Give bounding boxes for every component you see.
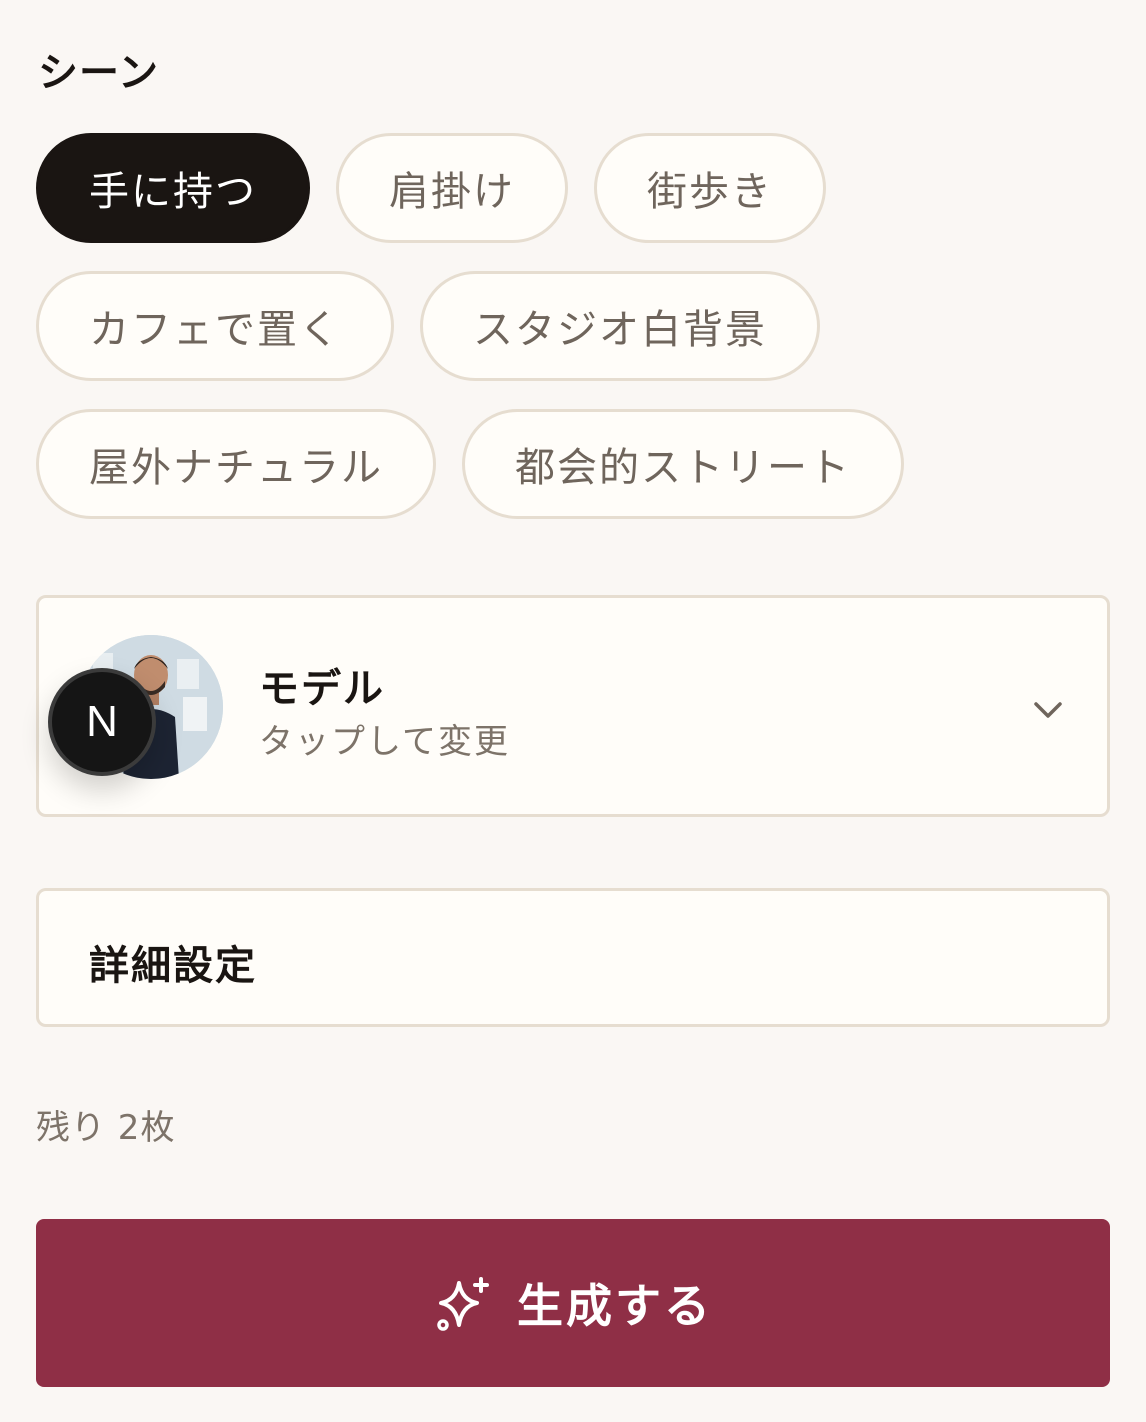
model-badge-avatar: N: [48, 668, 156, 776]
scene-chip-outdoor-natural[interactable]: 屋外ナチュラル: [36, 409, 436, 519]
sparkles-icon: [437, 1277, 489, 1331]
scene-chip-street-walk[interactable]: 街歩き: [594, 133, 826, 243]
scene-chip-row: カフェで置く スタジオ白背景: [36, 271, 820, 381]
generate-button-label: 生成する: [517, 1279, 713, 1333]
scene-chip-cafe[interactable]: カフェで置く: [36, 271, 394, 381]
remaining-count: 残り 2枚: [36, 1108, 176, 1148]
scene-chip-shoulder[interactable]: 肩掛け: [336, 133, 568, 243]
scene-section-title: シーン: [38, 50, 159, 96]
scene-chip-row: 手に持つ 肩掛け 街歩き: [36, 133, 826, 243]
model-selector-card[interactable]: N モデル タップして変更: [36, 595, 1110, 817]
scene-chip-urban-street[interactable]: 都会的ストリート: [462, 409, 904, 519]
model-badge-letter: N: [86, 697, 118, 746]
advanced-settings-label: 詳細設定: [89, 943, 257, 989]
scene-chip-hand-hold[interactable]: 手に持つ: [36, 133, 310, 243]
model-subtitle: タップして変更: [259, 722, 510, 762]
scene-chip-row: 屋外ナチュラル 都会的ストリート: [36, 409, 904, 519]
model-title: モデル: [259, 666, 385, 712]
chevron-down-icon[interactable]: [1031, 692, 1065, 726]
generate-button[interactable]: 生成する: [36, 1219, 1110, 1387]
advanced-settings-card[interactable]: 詳細設定: [36, 888, 1110, 1027]
scene-chip-studio-white[interactable]: スタジオ白背景: [420, 271, 820, 381]
